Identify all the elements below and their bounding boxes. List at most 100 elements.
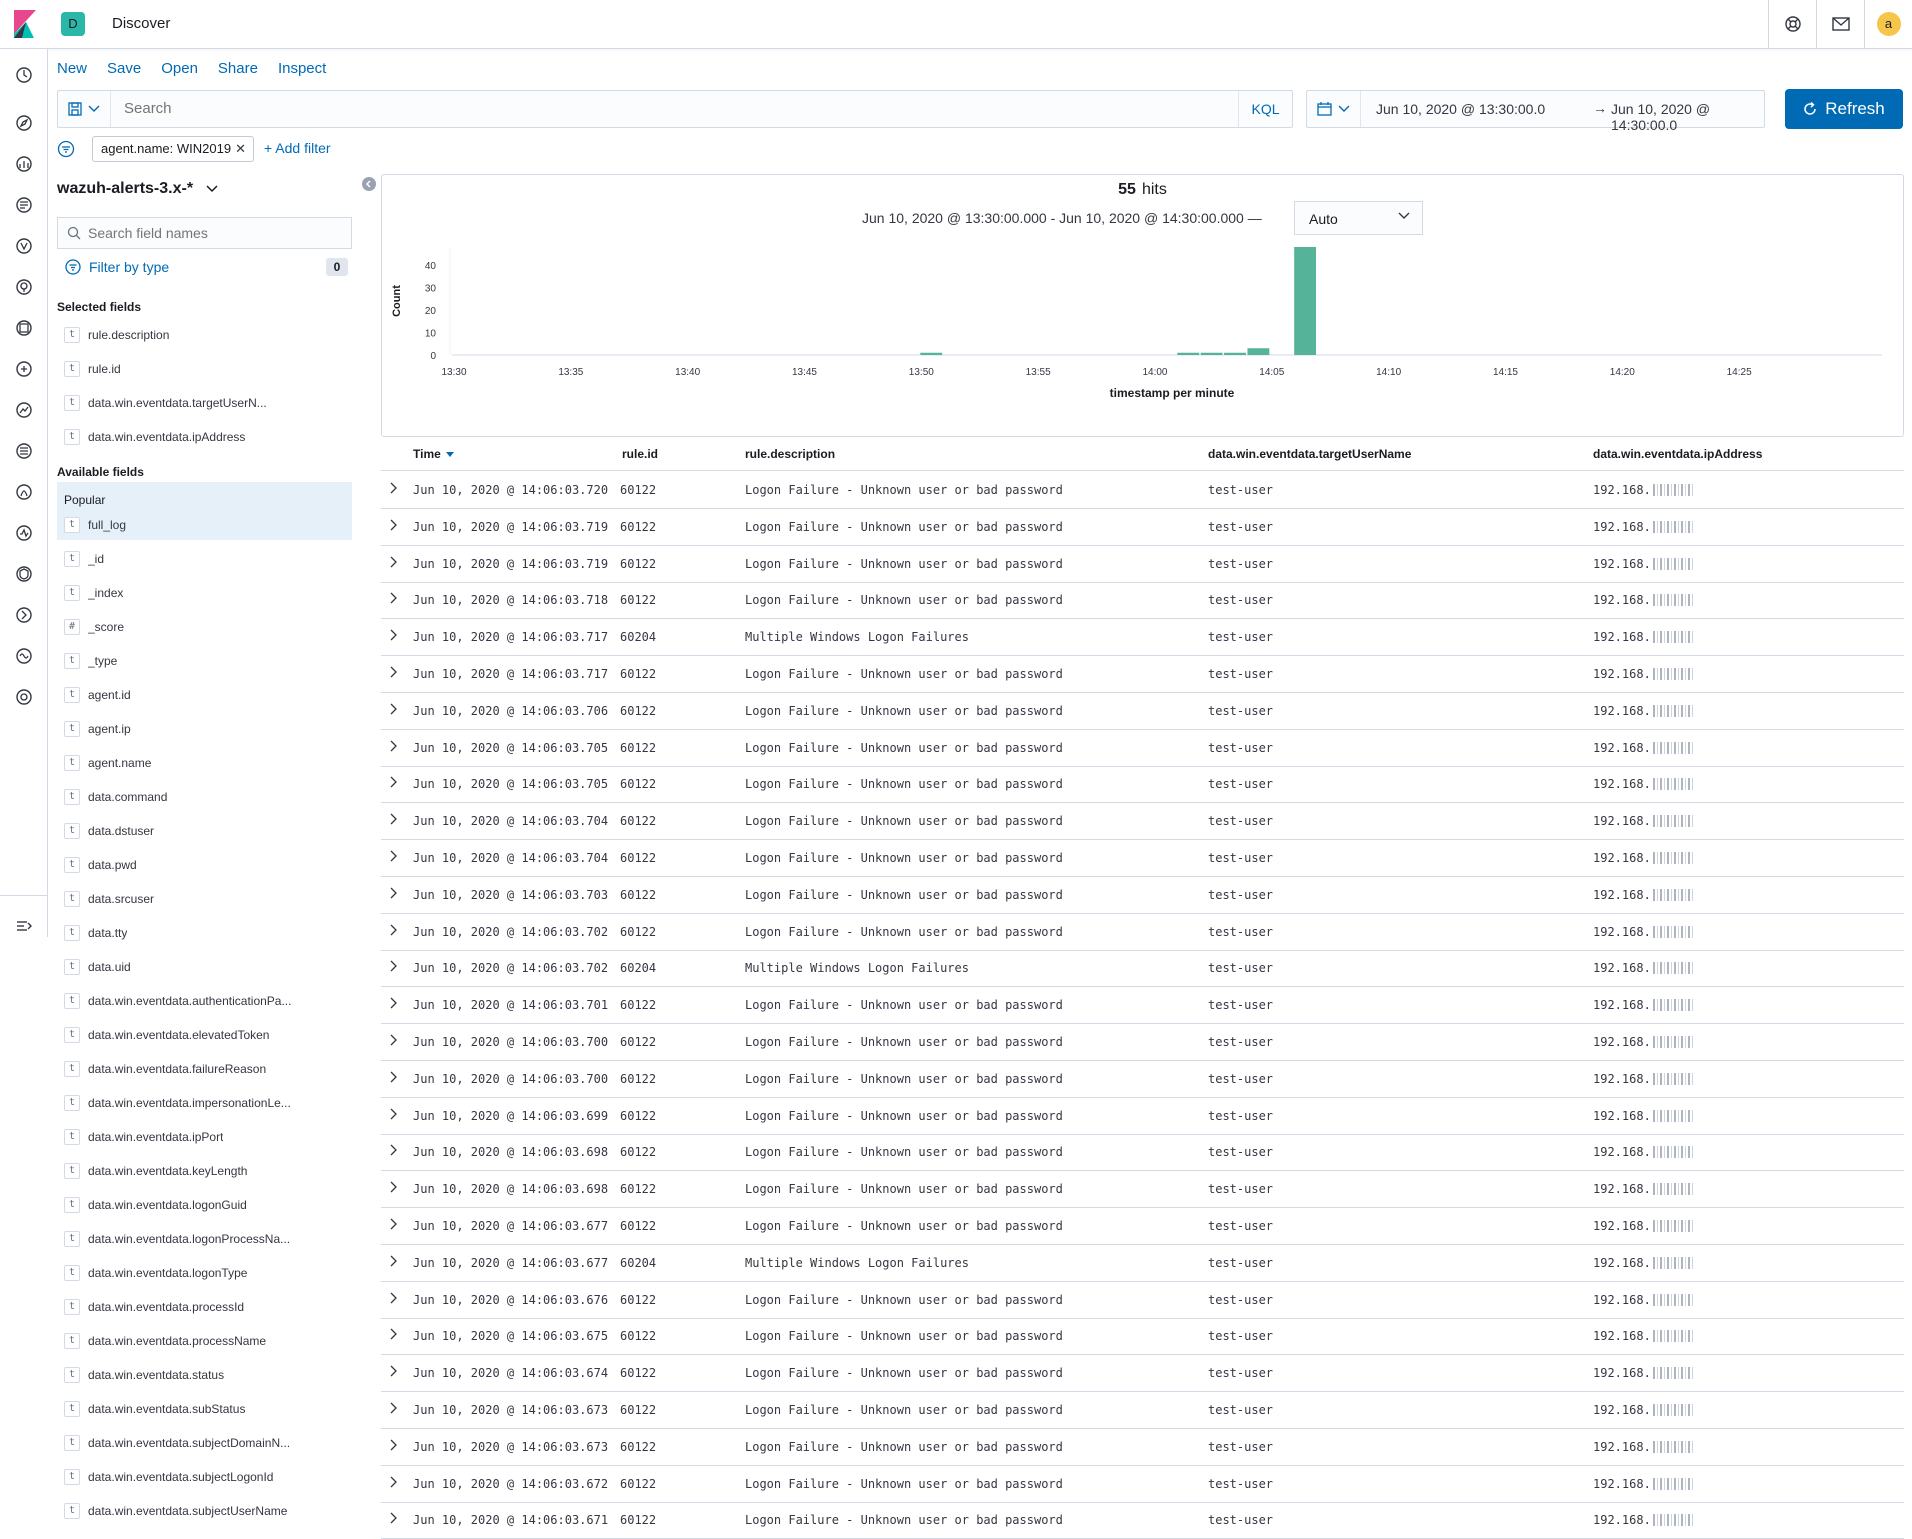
field-item[interactable]: t data.win.eventdata.ipPort xyxy=(57,1120,352,1154)
table-row[interactable]: Jun 10, 2020 @ 14:06:03.702 60122 Logon Fa… xyxy=(381,914,1904,951)
start-date[interactable]: Jun 10, 2020 @ 13:30:00.0 xyxy=(1376,101,1545,117)
chevron-right-icon[interactable] xyxy=(389,960,397,972)
table-row[interactable]: Jun 10, 2020 @ 14:06:03.677 60122 Logon Fa… xyxy=(381,1208,1904,1245)
table-row[interactable]: Jun 10, 2020 @ 14:06:03.705 60122 Logon Fa… xyxy=(381,730,1904,767)
field-item[interactable]: t data.win.eventdata.subjectUserName xyxy=(57,1494,352,1528)
end-date[interactable]: Jun 10, 2020 @ 14:30:00.0 xyxy=(1611,101,1764,133)
nav-item-recently-viewed[interactable] xyxy=(13,64,35,86)
field-item[interactable]: # _score xyxy=(57,610,352,644)
open-button[interactable]: Open xyxy=(161,60,198,77)
new-button[interactable]: New xyxy=(57,60,87,77)
help-button[interactable] xyxy=(1768,0,1816,48)
chevron-right-icon[interactable] xyxy=(389,1034,397,1046)
table-row[interactable]: Jun 10, 2020 @ 14:06:03.674 60122 Logon Fa… xyxy=(381,1355,1904,1393)
table-row[interactable]: Jun 10, 2020 @ 14:06:03.677 60204 Multiple… xyxy=(381,1245,1904,1282)
field-item[interactable]: t data.uid xyxy=(57,950,352,984)
table-row[interactable]: Jun 10, 2020 @ 14:06:03.675 60122 Logon Fa… xyxy=(381,1318,1904,1356)
table-row[interactable]: Jun 10, 2020 @ 14:06:03.672 60122 Logon Fa… xyxy=(381,1466,1904,1503)
field-item[interactable]: t agent.ip xyxy=(57,712,352,746)
table-row[interactable]: Jun 10, 2020 @ 14:06:03.703 60122 Logon Fa… xyxy=(381,877,1904,914)
filter-menu-icon[interactable] xyxy=(57,140,75,158)
chevron-right-icon[interactable] xyxy=(389,997,397,1009)
user-menu-button[interactable]: a xyxy=(1864,0,1912,48)
saved-query-button[interactable] xyxy=(58,91,111,127)
nav-item-metrics[interactable] xyxy=(13,399,35,421)
field-item[interactable]: t full_log xyxy=(57,508,352,542)
refresh-button[interactable]: Refresh xyxy=(1785,89,1903,129)
chevron-right-icon[interactable] xyxy=(389,1365,397,1377)
nav-item-uptime[interactable] xyxy=(13,522,35,544)
index-pattern-selector[interactable]: wazuh-alerts-3.x-* xyxy=(57,180,218,198)
nav-item-ml[interactable] xyxy=(13,358,35,380)
column-header-time[interactable]: Time xyxy=(413,447,455,461)
table-row[interactable]: Jun 10, 2020 @ 14:06:03.706 60122 Logon Fa… xyxy=(381,693,1904,730)
field-item[interactable]: t data.win.eventdata.failureReason xyxy=(57,1052,352,1086)
dock-nav-button[interactable] xyxy=(13,915,35,937)
interval-select[interactable]: Auto xyxy=(1294,201,1423,235)
field-item[interactable]: t data.dstuser xyxy=(57,814,352,848)
nav-item-siem[interactable] xyxy=(13,563,35,585)
field-item[interactable]: t data.command xyxy=(57,780,352,814)
field-item[interactable]: t rule.description xyxy=(57,318,352,352)
field-item[interactable]: t data.pwd xyxy=(57,848,352,882)
field-item[interactable]: t data.srcuser xyxy=(57,882,352,916)
table-row[interactable]: Jun 10, 2020 @ 14:06:03.700 60122 Logon Fa… xyxy=(381,1061,1904,1098)
add-filter-button[interactable]: + Add filter xyxy=(264,140,331,156)
filter-pill[interactable]: agent.name: WIN2019 ✕ xyxy=(92,136,255,162)
field-item[interactable]: t rule.id xyxy=(57,352,352,386)
chevron-right-icon[interactable] xyxy=(389,1476,397,1488)
field-item[interactable]: t data.win.eventdata.ipAddress xyxy=(57,420,352,454)
chevron-right-icon[interactable] xyxy=(389,1402,397,1414)
chevron-right-icon[interactable] xyxy=(389,813,397,825)
table-row[interactable]: Jun 10, 2020 @ 14:06:03.718 60122 Logon Fa… xyxy=(381,582,1904,620)
field-item[interactable]: t data.win.eventdata.processName xyxy=(57,1324,352,1358)
nav-item-dev-tools[interactable] xyxy=(13,604,35,626)
chevron-right-icon[interactable] xyxy=(389,592,397,604)
chevron-right-icon[interactable] xyxy=(389,740,397,752)
nav-item-discover[interactable] xyxy=(13,112,35,134)
field-item[interactable]: t data.tty xyxy=(57,916,352,950)
chevron-right-icon[interactable] xyxy=(389,1181,397,1193)
field-item[interactable]: t agent.name xyxy=(57,746,352,780)
table-row[interactable]: Jun 10, 2020 @ 14:06:03.701 60122 Logon Fa… xyxy=(381,987,1904,1025)
field-item[interactable]: t data.win.eventdata.subjectLogonId xyxy=(57,1460,352,1494)
field-item[interactable]: t data.win.eventdata.subStatus xyxy=(57,1392,352,1426)
table-row[interactable]: Jun 10, 2020 @ 14:06:03.698 60122 Logon Fa… xyxy=(381,1134,1904,1172)
table-row[interactable]: Jun 10, 2020 @ 14:06:03.673 60122 Logon Fa… xyxy=(381,1429,1904,1466)
share-button[interactable]: Share xyxy=(218,60,258,77)
table-row[interactable]: Jun 10, 2020 @ 14:06:03.676 60122 Logon Fa… xyxy=(381,1282,1904,1319)
field-item[interactable]: t data.win.eventdata.processId xyxy=(57,1290,352,1324)
table-row[interactable]: Jun 10, 2020 @ 14:06:03.702 60204 Multiple… xyxy=(381,950,1904,988)
nav-item-canvas[interactable] xyxy=(13,317,35,339)
chevron-right-icon[interactable] xyxy=(389,1218,397,1230)
space-avatar[interactable]: D xyxy=(61,12,85,36)
chevron-right-icon[interactable] xyxy=(389,850,397,862)
newsfeed-button[interactable] xyxy=(1816,0,1864,48)
field-item[interactable]: t _index xyxy=(57,576,352,610)
table-row[interactable]: Jun 10, 2020 @ 14:06:03.671 60122 Logon Fa… xyxy=(381,1502,1904,1539)
collapse-sidebar-button[interactable] xyxy=(362,177,376,191)
chevron-right-icon[interactable] xyxy=(389,1108,397,1120)
column-header-ip-address[interactable]: data.win.eventdata.ipAddress xyxy=(1593,447,1762,461)
chevron-right-icon[interactable] xyxy=(389,1255,397,1267)
column-header-rule-id[interactable]: rule.id xyxy=(622,447,658,461)
nav-item-wazuh[interactable] xyxy=(13,235,35,257)
field-item[interactable]: t data.win.eventdata.subjectDomainN... xyxy=(57,1426,352,1460)
search-field-names-input[interactable] xyxy=(88,225,338,241)
chevron-right-icon[interactable] xyxy=(389,1328,397,1340)
nav-item-logs[interactable] xyxy=(13,440,35,462)
chevron-right-icon[interactable] xyxy=(389,703,397,715)
field-item[interactable]: t data.win.eventdata.logonProcessNa... xyxy=(57,1222,352,1256)
table-row[interactable]: Jun 10, 2020 @ 14:06:03.719 60122 Logon Fa… xyxy=(381,509,1904,546)
chevron-right-icon[interactable] xyxy=(389,1292,397,1304)
chevron-right-icon[interactable] xyxy=(389,924,397,936)
filter-by-type-button[interactable]: Filter by type 0 xyxy=(65,257,352,279)
histogram-chart[interactable]: 0 10 20 30 40 13:30 13:35 13:40 13:45 13:50 13:55 1… xyxy=(382,235,1903,435)
nav-item-apm[interactable] xyxy=(13,481,35,503)
nav-item-management[interactable] xyxy=(13,686,35,708)
table-row[interactable]: Jun 10, 2020 @ 14:06:03.698 60122 Logon Fa… xyxy=(381,1171,1904,1209)
field-item[interactable]: t _id xyxy=(57,542,352,576)
column-header-rule-description[interactable]: rule.description xyxy=(745,447,835,461)
table-row[interactable]: Jun 10, 2020 @ 14:06:03.673 60122 Logon Fa… xyxy=(381,1392,1904,1429)
table-row[interactable]: Jun 10, 2020 @ 14:06:03.705 60122 Logon Fa… xyxy=(381,766,1904,804)
